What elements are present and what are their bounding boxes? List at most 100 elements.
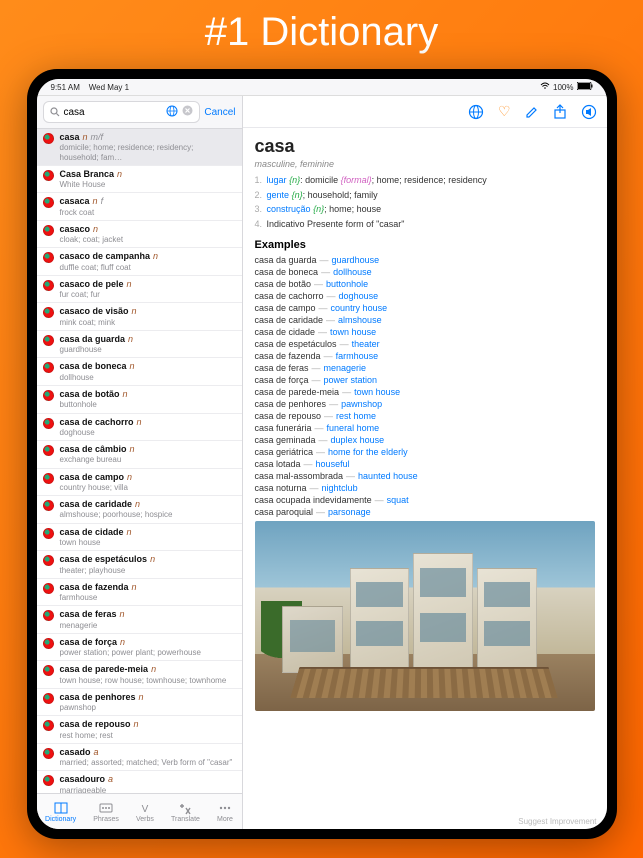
sense-line: 2. gente {n}; household; family bbox=[255, 190, 595, 202]
result-row[interactable]: casa de parede-meian town house; row hou… bbox=[37, 661, 242, 689]
search-input[interactable]: casa bbox=[43, 101, 201, 123]
example-line: casa paroquial—parsonage bbox=[255, 507, 595, 517]
result-row[interactable]: Casa Brancan White House bbox=[37, 166, 242, 194]
edit-pencil-icon[interactable] bbox=[525, 105, 539, 119]
example-line: casa de repouso—rest home bbox=[255, 411, 595, 421]
result-headword: casaca bbox=[60, 196, 90, 206]
result-row[interactable]: casadouroa marriageable bbox=[37, 771, 242, 793]
result-headword: casa de força bbox=[60, 637, 118, 647]
tab-verbs[interactable]: VVerbs bbox=[136, 801, 154, 823]
example-line: casa de feras—menagerie bbox=[255, 363, 595, 373]
result-row[interactable]: casanm/f domicile; home; residence; resi… bbox=[37, 129, 242, 166]
result-subtitle: buttonhole bbox=[60, 400, 234, 409]
result-headword: casaco de visão bbox=[60, 306, 129, 316]
result-row[interactable]: casa da guardan guardhouse bbox=[37, 331, 242, 359]
result-row[interactable]: casa de caridaden almshouse; poorhouse; … bbox=[37, 496, 242, 524]
result-row[interactable]: casaco de campanhan duffle coat; fluff c… bbox=[37, 248, 242, 276]
result-headword: casa de espetáculos bbox=[60, 554, 148, 564]
result-headword: casa bbox=[60, 132, 80, 142]
definition-area[interactable]: casa masculine, feminine 1. lugar {n}: d… bbox=[243, 128, 607, 814]
result-row[interactable]: casa de fazendan farmhouse bbox=[37, 579, 242, 607]
wifi-icon bbox=[540, 82, 550, 92]
flag-icon bbox=[43, 390, 54, 401]
result-headword: casado bbox=[60, 747, 91, 757]
result-headword: casa de cachorro bbox=[60, 417, 134, 427]
result-pos: n bbox=[137, 417, 142, 427]
flag-icon bbox=[43, 555, 54, 566]
entry-headword: casa bbox=[255, 136, 595, 157]
favorite-heart-icon[interactable]: ♡ bbox=[498, 103, 511, 120]
result-row[interactable]: casa de penhoresn pawnshop bbox=[37, 689, 242, 717]
result-row[interactable]: casaco de visãon mink coat; mink bbox=[37, 303, 242, 331]
result-row[interactable]: casadoa married; assorted; matched; Verb… bbox=[37, 744, 242, 772]
tab-label: Phrases bbox=[93, 816, 119, 823]
result-row[interactable]: casa de ferasn menagerie bbox=[37, 606, 242, 634]
result-subtitle: fur coat; fur bbox=[60, 290, 234, 299]
result-pos: n bbox=[120, 609, 125, 619]
entry-image bbox=[255, 521, 595, 711]
action-globe-icon[interactable] bbox=[468, 104, 484, 120]
tab-more[interactable]: More bbox=[217, 801, 233, 823]
result-subtitle: frock coat bbox=[60, 208, 234, 217]
result-pos: a bbox=[94, 747, 99, 757]
example-line: casa de parede-meia—town house bbox=[255, 387, 595, 397]
tab-label: More bbox=[217, 816, 233, 823]
result-row[interactable]: casaco de pelen fur coat; fur bbox=[37, 276, 242, 304]
sense-line: 4. Indicativo Presente form of "casar" bbox=[255, 219, 595, 231]
battery-percent: 100% bbox=[553, 83, 573, 92]
result-row[interactable]: casa de câmbion exchange bureau bbox=[37, 441, 242, 469]
search-globe-icon[interactable] bbox=[166, 105, 178, 120]
result-row[interactable]: casa de campon country house; villa bbox=[37, 469, 242, 497]
searchbar: casa Cancel bbox=[37, 96, 242, 129]
definition-panel: ♡ casa masculine, feminine 1. lugar {n}:… bbox=[243, 96, 607, 829]
flag-icon bbox=[43, 583, 54, 594]
example-line: casa de fazenda—farmhouse bbox=[255, 351, 595, 361]
result-row[interactable]: casacanf frock coat bbox=[37, 193, 242, 221]
result-pos: n bbox=[134, 719, 139, 729]
flag-icon bbox=[43, 500, 54, 511]
result-pos: n bbox=[132, 582, 137, 592]
result-pos: n bbox=[127, 472, 132, 482]
share-icon[interactable] bbox=[553, 104, 567, 120]
result-pos: a bbox=[108, 774, 113, 784]
suggest-improvement-link[interactable]: Suggest Improvement bbox=[243, 814, 607, 829]
example-line: casa de campo—country house bbox=[255, 303, 595, 313]
result-gender: m/f bbox=[91, 132, 104, 142]
result-subtitle: town house bbox=[60, 538, 234, 547]
tab-label: Verbs bbox=[136, 816, 154, 823]
hero-headline: #1 Dictionary bbox=[0, 0, 643, 69]
result-row[interactable]: casa de espetáculosn theater; playhouse bbox=[37, 551, 242, 579]
search-icon bbox=[50, 107, 60, 117]
result-subtitle: dollhouse bbox=[60, 373, 234, 382]
result-row[interactable]: casa de repouson rest home; rest bbox=[37, 716, 242, 744]
result-headword: casa de campo bbox=[60, 472, 125, 482]
result-row[interactable]: casa de forçan power station; power plan… bbox=[37, 634, 242, 662]
flag-icon bbox=[43, 133, 54, 144]
tab-phrases[interactable]: Phrases bbox=[93, 801, 119, 823]
clear-search-icon[interactable] bbox=[182, 105, 193, 119]
result-row[interactable]: casa de botãon buttonhole bbox=[37, 386, 242, 414]
speak-icon[interactable] bbox=[581, 104, 597, 120]
example-line: casa ocupada indevidamente—squat bbox=[255, 495, 595, 505]
tab-dictionary[interactable]: Dictionary bbox=[45, 801, 76, 823]
cancel-button[interactable]: Cancel bbox=[204, 107, 235, 118]
result-pos: n bbox=[93, 224, 98, 234]
result-row[interactable]: casa de bonecan dollhouse bbox=[37, 358, 242, 386]
result-subtitle: marriageable bbox=[60, 786, 234, 793]
result-row[interactable]: casacon cloak; coat; jacket bbox=[37, 221, 242, 249]
result-pos: n bbox=[127, 279, 132, 289]
flag-icon bbox=[43, 252, 54, 263]
result-pos: n bbox=[135, 499, 140, 509]
result-subtitle: guardhouse bbox=[60, 345, 234, 354]
tab-translate[interactable]: Translate bbox=[171, 801, 200, 823]
sidebar: casa Cancel casanm/f domicile; home; res… bbox=[37, 96, 243, 829]
example-line: casa de boneca—dollhouse bbox=[255, 267, 595, 277]
result-headword: casa de caridade bbox=[60, 499, 133, 509]
result-row[interactable]: casa de cidaden town house bbox=[37, 524, 242, 552]
flag-icon bbox=[43, 225, 54, 236]
result-row[interactable]: casa de cachorron doghouse bbox=[37, 414, 242, 442]
tab-label: Translate bbox=[171, 816, 200, 823]
results-list[interactable]: casanm/f domicile; home; residence; resi… bbox=[37, 129, 242, 793]
flag-icon bbox=[43, 280, 54, 291]
flag-icon bbox=[43, 418, 54, 429]
